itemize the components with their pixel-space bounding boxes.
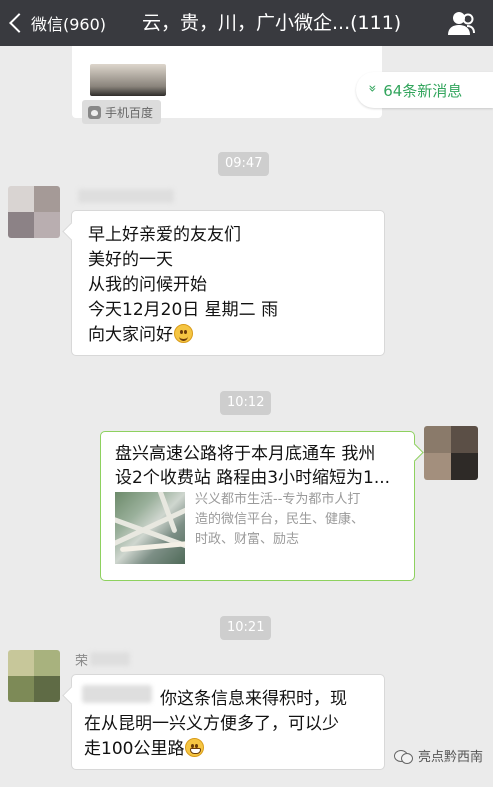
avatar[interactable] bbox=[424, 426, 478, 480]
baidu-paw-icon bbox=[88, 105, 101, 119]
wechat-logo-icon bbox=[393, 748, 414, 764]
source-tag[interactable]: 手机百度 bbox=[82, 100, 162, 124]
chat-message-list[interactable]: 手机百度 ‹‹ 64条新消息 09:47 早上好亲爱的友友们 美好的一天 从我的… bbox=[0, 38, 493, 787]
sender-name-blurred bbox=[78, 189, 174, 203]
group-info-icon[interactable] bbox=[447, 9, 475, 37]
chevron-left-icon bbox=[9, 13, 29, 33]
sender-name-blurred bbox=[90, 652, 130, 666]
source-label: 手机百度 bbox=[105, 105, 154, 120]
new-messages-button[interactable]: ‹‹ 64条新消息 bbox=[356, 72, 493, 108]
message-line-with-emoji: 走100公里路 bbox=[84, 737, 339, 762]
timestamp: 10:12 bbox=[220, 391, 272, 415]
grin-emoji-icon bbox=[185, 738, 205, 757]
timestamp: 10:21 bbox=[220, 616, 272, 640]
double-chevron-up-icon: ‹‹ bbox=[364, 87, 381, 93]
chat-title: 云，贵，川，广小微企...(111) bbox=[142, 12, 402, 34]
link-description-line: 造的微信平台，民生、健康、 bbox=[195, 512, 365, 527]
link-title-line: 盘兴高速公路将于本月底通车 我州 bbox=[115, 444, 376, 464]
timestamp: 09:47 bbox=[218, 152, 270, 176]
message-line: 今天12月20日 星期二 雨 bbox=[88, 300, 279, 320]
message-line: 走100公里路 bbox=[84, 739, 185, 759]
message-line-with-emoji: 向大家问好 bbox=[88, 323, 278, 348]
link-thumbnail bbox=[90, 64, 166, 96]
message-line: 你这条信息来得积时，现 bbox=[160, 689, 347, 709]
message-line: 早上好亲爱的友友们 bbox=[88, 225, 241, 245]
new-messages-label: 64条新消息 bbox=[383, 81, 463, 100]
watermark: 亮点黔西南 bbox=[393, 746, 483, 765]
smile-emoji-icon bbox=[174, 324, 193, 343]
avatar[interactable] bbox=[8, 186, 60, 238]
avatar[interactable] bbox=[8, 650, 60, 702]
chat-header: 微信(960) 云，贵，川，广小微企...(111) bbox=[0, 0, 493, 46]
message-line: 美好的一天 bbox=[88, 250, 173, 270]
link-thumbnail-highway bbox=[115, 492, 185, 564]
watermark-text: 亮点黔西南 bbox=[417, 750, 483, 765]
link-card-bubble[interactable]: 盘兴高速公路将于本月底通车 我州 设2个收费站 路程由3小时缩短为1... 兴义… bbox=[100, 431, 415, 581]
back-button[interactable]: 微信(960) bbox=[6, 0, 106, 46]
link-title-line: 设2个收费站 路程由3小时缩短为1... bbox=[115, 468, 391, 488]
sender-name: 荣 bbox=[75, 654, 89, 669]
message-bubble[interactable]: 早上好亲爱的友友们 美好的一天 从我的问候开始 今天12月20日 星期二 雨 向… bbox=[71, 210, 385, 356]
mention-blurred bbox=[82, 685, 152, 703]
message-line: 向大家问好 bbox=[88, 325, 173, 345]
link-description-line: 时政、财富、励志 bbox=[195, 532, 300, 547]
message-bubble[interactable]: 你这条信息来得积时，现 在从昆明一兴义方便多了，可以少 走100公里路 bbox=[71, 674, 385, 770]
message-line: 在从昆明一兴义方便多了，可以少 bbox=[84, 714, 339, 734]
message-line: 从我的问候开始 bbox=[88, 275, 207, 295]
back-label: 微信(960) bbox=[31, 15, 107, 34]
link-description-line: 兴义都市生活--专为都市人打 bbox=[195, 492, 361, 507]
